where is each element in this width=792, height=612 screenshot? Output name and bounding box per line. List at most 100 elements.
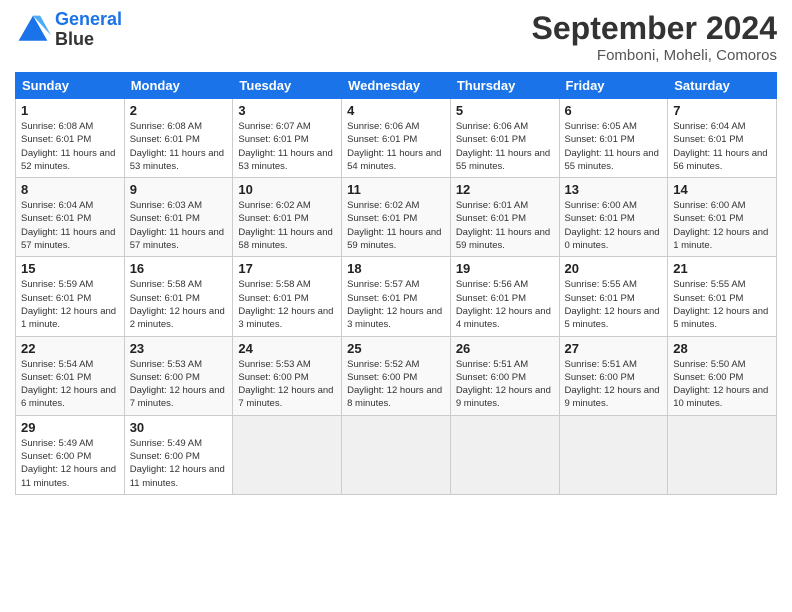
- table-row: 14 Sunrise: 6:00 AMSunset: 6:01 PMDaylig…: [668, 178, 777, 257]
- table-row: 30 Sunrise: 5:49 AMSunset: 6:00 PMDaylig…: [124, 415, 233, 494]
- table-row: 2 Sunrise: 6:08 AMSunset: 6:01 PMDayligh…: [124, 99, 233, 178]
- table-row: 26 Sunrise: 5:51 AMSunset: 6:00 PMDaylig…: [450, 336, 559, 415]
- table-row: 15 Sunrise: 5:59 AMSunset: 6:01 PMDaylig…: [16, 257, 125, 336]
- month-title: September 2024: [532, 10, 777, 47]
- day-number: 2: [130, 103, 228, 118]
- day-number: 26: [456, 341, 554, 356]
- day-detail: Sunrise: 6:00 AMSunset: 6:01 PMDaylight:…: [673, 200, 768, 251]
- day-detail: Sunrise: 5:53 AMSunset: 6:00 PMDaylight:…: [238, 359, 333, 410]
- day-detail: Sunrise: 5:51 AMSunset: 6:00 PMDaylight:…: [456, 359, 551, 410]
- table-row: [559, 415, 668, 494]
- day-number: 16: [130, 261, 228, 276]
- header: General Blue September 2024 Fomboni, Moh…: [15, 10, 777, 64]
- day-number: 15: [21, 261, 119, 276]
- day-number: 11: [347, 182, 445, 197]
- day-number: 27: [565, 341, 663, 356]
- day-number: 14: [673, 182, 771, 197]
- day-number: 30: [130, 420, 228, 435]
- calendar-body: 1 Sunrise: 6:08 AMSunset: 6:01 PMDayligh…: [16, 99, 777, 495]
- table-row: 22 Sunrise: 5:54 AMSunset: 6:01 PMDaylig…: [16, 336, 125, 415]
- day-number: 3: [238, 103, 336, 118]
- table-row: [450, 415, 559, 494]
- day-detail: Sunrise: 5:55 AMSunset: 6:01 PMDaylight:…: [673, 279, 768, 330]
- table-row: 17 Sunrise: 5:58 AMSunset: 6:01 PMDaylig…: [233, 257, 342, 336]
- day-detail: Sunrise: 5:57 AMSunset: 6:01 PMDaylight:…: [347, 279, 442, 330]
- day-number: 10: [238, 182, 336, 197]
- day-number: 8: [21, 182, 119, 197]
- day-detail: Sunrise: 5:56 AMSunset: 6:01 PMDaylight:…: [456, 279, 551, 330]
- day-detail: Sunrise: 6:08 AMSunset: 6:01 PMDaylight:…: [21, 121, 115, 172]
- location-title: Fomboni, Moheli, Comoros: [532, 47, 777, 64]
- day-detail: Sunrise: 6:06 AMSunset: 6:01 PMDaylight:…: [456, 121, 550, 172]
- table-row: 19 Sunrise: 5:56 AMSunset: 6:01 PMDaylig…: [450, 257, 559, 336]
- page-container: General Blue September 2024 Fomboni, Moh…: [0, 0, 792, 505]
- calendar-header: Sunday Monday Tuesday Wednesday Thursday…: [16, 73, 777, 99]
- day-detail: Sunrise: 5:51 AMSunset: 6:00 PMDaylight:…: [565, 359, 660, 410]
- header-thursday: Thursday: [450, 73, 559, 99]
- day-detail: Sunrise: 6:01 AMSunset: 6:01 PMDaylight:…: [456, 200, 550, 251]
- day-detail: Sunrise: 6:04 AMSunset: 6:01 PMDaylight:…: [21, 200, 115, 251]
- header-sunday: Sunday: [16, 73, 125, 99]
- day-detail: Sunrise: 6:00 AMSunset: 6:01 PMDaylight:…: [565, 200, 660, 251]
- table-row: 5 Sunrise: 6:06 AMSunset: 6:01 PMDayligh…: [450, 99, 559, 178]
- day-detail: Sunrise: 6:04 AMSunset: 6:01 PMDaylight:…: [673, 121, 767, 172]
- day-number: 12: [456, 182, 554, 197]
- day-number: 19: [456, 261, 554, 276]
- day-detail: Sunrise: 6:07 AMSunset: 6:01 PMDaylight:…: [238, 121, 332, 172]
- table-row: 27 Sunrise: 5:51 AMSunset: 6:00 PMDaylig…: [559, 336, 668, 415]
- table-row: 29 Sunrise: 5:49 AMSunset: 6:00 PMDaylig…: [16, 415, 125, 494]
- day-number: 5: [456, 103, 554, 118]
- table-row: 16 Sunrise: 5:58 AMSunset: 6:01 PMDaylig…: [124, 257, 233, 336]
- logo-general: General: [55, 9, 122, 29]
- day-number: 24: [238, 341, 336, 356]
- day-number: 25: [347, 341, 445, 356]
- table-row: 3 Sunrise: 6:07 AMSunset: 6:01 PMDayligh…: [233, 99, 342, 178]
- day-detail: Sunrise: 5:53 AMSunset: 6:00 PMDaylight:…: [130, 359, 225, 410]
- table-row: 8 Sunrise: 6:04 AMSunset: 6:01 PMDayligh…: [16, 178, 125, 257]
- table-row: 4 Sunrise: 6:06 AMSunset: 6:01 PMDayligh…: [342, 99, 451, 178]
- day-number: 7: [673, 103, 771, 118]
- logo-text: General Blue: [55, 10, 122, 50]
- table-row: 25 Sunrise: 5:52 AMSunset: 6:00 PMDaylig…: [342, 336, 451, 415]
- header-wednesday: Wednesday: [342, 73, 451, 99]
- day-number: 13: [565, 182, 663, 197]
- day-number: 6: [565, 103, 663, 118]
- table-row: 12 Sunrise: 6:01 AMSunset: 6:01 PMDaylig…: [450, 178, 559, 257]
- day-detail: Sunrise: 6:03 AMSunset: 6:01 PMDaylight:…: [130, 200, 224, 251]
- day-number: 17: [238, 261, 336, 276]
- day-detail: Sunrise: 5:55 AMSunset: 6:01 PMDaylight:…: [565, 279, 660, 330]
- day-number: 18: [347, 261, 445, 276]
- table-row: [668, 415, 777, 494]
- day-detail: Sunrise: 5:59 AMSunset: 6:01 PMDaylight:…: [21, 279, 116, 330]
- header-saturday: Saturday: [668, 73, 777, 99]
- day-detail: Sunrise: 6:02 AMSunset: 6:01 PMDaylight:…: [347, 200, 441, 251]
- table-row: 28 Sunrise: 5:50 AMSunset: 6:00 PMDaylig…: [668, 336, 777, 415]
- table-row: [342, 415, 451, 494]
- table-row: 11 Sunrise: 6:02 AMSunset: 6:01 PMDaylig…: [342, 178, 451, 257]
- logo-icon: [15, 12, 51, 48]
- table-row: 18 Sunrise: 5:57 AMSunset: 6:01 PMDaylig…: [342, 257, 451, 336]
- table-row: [233, 415, 342, 494]
- table-row: 10 Sunrise: 6:02 AMSunset: 6:01 PMDaylig…: [233, 178, 342, 257]
- day-number: 4: [347, 103, 445, 118]
- day-detail: Sunrise: 5:49 AMSunset: 6:00 PMDaylight:…: [21, 438, 116, 489]
- table-row: 23 Sunrise: 5:53 AMSunset: 6:00 PMDaylig…: [124, 336, 233, 415]
- day-number: 20: [565, 261, 663, 276]
- header-friday: Friday: [559, 73, 668, 99]
- calendar-table: Sunday Monday Tuesday Wednesday Thursday…: [15, 72, 777, 495]
- day-detail: Sunrise: 5:58 AMSunset: 6:01 PMDaylight:…: [238, 279, 333, 330]
- weekday-header-row: Sunday Monday Tuesday Wednesday Thursday…: [16, 73, 777, 99]
- table-row: 13 Sunrise: 6:00 AMSunset: 6:01 PMDaylig…: [559, 178, 668, 257]
- table-row: 9 Sunrise: 6:03 AMSunset: 6:01 PMDayligh…: [124, 178, 233, 257]
- day-number: 28: [673, 341, 771, 356]
- day-detail: Sunrise: 6:06 AMSunset: 6:01 PMDaylight:…: [347, 121, 441, 172]
- header-monday: Monday: [124, 73, 233, 99]
- day-detail: Sunrise: 6:05 AMSunset: 6:01 PMDaylight:…: [565, 121, 659, 172]
- table-row: 1 Sunrise: 6:08 AMSunset: 6:01 PMDayligh…: [16, 99, 125, 178]
- day-number: 21: [673, 261, 771, 276]
- table-row: 21 Sunrise: 5:55 AMSunset: 6:01 PMDaylig…: [668, 257, 777, 336]
- day-number: 9: [130, 182, 228, 197]
- day-detail: Sunrise: 5:50 AMSunset: 6:00 PMDaylight:…: [673, 359, 768, 410]
- day-detail: Sunrise: 5:58 AMSunset: 6:01 PMDaylight:…: [130, 279, 225, 330]
- title-block: September 2024 Fomboni, Moheli, Comoros: [532, 10, 777, 64]
